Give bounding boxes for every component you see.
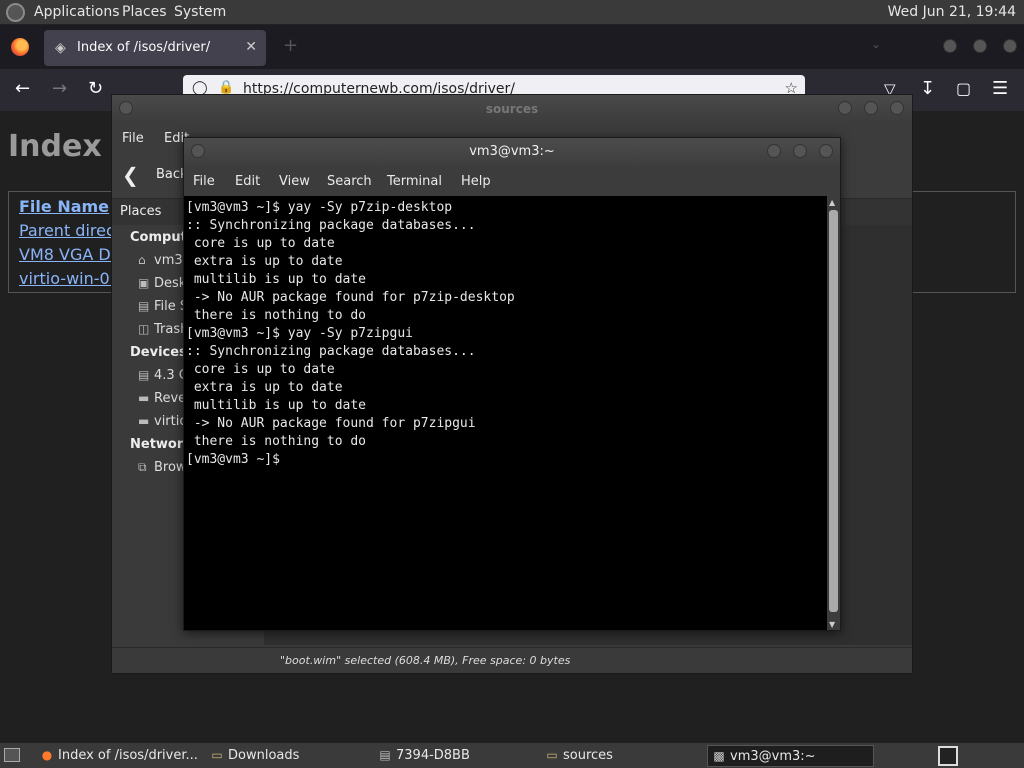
file-manager-titlebar[interactable]: sources [112,95,912,123]
terminal-menubar: File Edit View Search Terminal Help [184,166,840,196]
filesystem-icon: ▤ [138,299,150,313]
drive-icon: ▬ [138,414,150,428]
folder-icon: ▭ [211,748,223,762]
terminal-line: -> No AUR package found for p7zip-deskto… [186,290,515,305]
terminal-line: :: Synchronizing package databases... [186,218,476,233]
file-manager-title: sources [485,102,539,116]
terminal-line: core is up to date [186,236,335,251]
desktop-icon: ▣ [138,276,150,290]
scroll-down-icon[interactable]: ▼ [829,620,835,629]
terminal-line: there is nothing to do [186,434,367,449]
terminal-line: extra is up to date [186,254,343,269]
tab-favicon-icon: ◈ [55,40,66,56]
clock[interactable]: Wed Jun 21, 19:44 [888,4,1016,20]
tab-close-icon[interactable]: ✕ [245,39,257,55]
maximize-icon[interactable] [864,101,878,115]
minimize-icon[interactable] [943,39,957,53]
workspace-switcher[interactable] [938,746,958,766]
drive-icon: ▬ [138,391,150,405]
term-menu-view[interactable]: View [279,174,310,189]
maximize-icon[interactable] [793,144,807,158]
firefox-tab-bar: ◈ Index of /isos/driver/ ✕ + ⌄ [0,25,1024,69]
terminal-titlebar[interactable]: vm3@vm3:~ [184,138,840,166]
term-menu-edit[interactable]: Edit [235,174,260,189]
hamburger-menu-icon[interactable]: ☰ [992,78,1008,99]
show-desktop-icon[interactable] [4,748,20,762]
terminal-prompt-line[interactable]: [vm3@vm3 ~]$ [186,451,827,469]
term-menu-search[interactable]: Search [327,174,372,189]
places-dropdown[interactable]: Places [120,204,161,219]
drive-icon: ▤ [138,368,150,382]
minimize-icon[interactable] [767,144,781,158]
new-tab-icon[interactable]: + [283,35,298,56]
terminal-line: there is nothing to do [186,308,367,323]
minimize-icon[interactable] [838,101,852,115]
devices-section-header: Devices [130,345,187,360]
close-icon[interactable] [890,101,904,115]
back-arrow-icon[interactable]: ❮ [122,163,139,187]
term-menu-terminal[interactable]: Terminal [387,174,442,189]
firefox-icon: ● [41,748,53,762]
drive-icon: ▤ [379,748,391,762]
close-icon[interactable] [1003,39,1017,53]
terminal-line: extra is up to date [186,380,343,395]
terminal-title: vm3@vm3:~ [469,144,555,159]
reload-icon[interactable]: ↻ [88,78,103,99]
file-name-column-header[interactable]: File Name [19,197,109,216]
network-icon: ⧉ [138,460,147,474]
list-all-tabs-icon[interactable]: ⌄ [871,37,881,51]
close-icon[interactable] [819,144,833,158]
forward-arrow-icon[interactable]: → [52,78,67,99]
terminal-scrollbar[interactable]: ▲ ▼ [827,196,840,630]
term-menu-file[interactable]: File [193,174,215,189]
listing-link[interactable]: virtio-win-0.1 [19,269,125,288]
term-menu-help[interactable]: Help [461,174,491,189]
terminal-line: -> No AUR package found for p7zipgui [186,416,476,431]
taskbar-item-terminal[interactable]: ▩ vm3@vm3:~ [707,745,874,767]
lock-icon[interactable]: 🔒 [218,80,234,95]
home-folder-icon: ⌂ [138,253,146,267]
terminal-line: :: Synchronizing package databases... [186,344,476,359]
terminal-line: [vm3@vm3 ~]$ yay -Sy p7zip-desktop [186,200,453,215]
taskbar-item-downloads[interactable]: ▭ Downloads [206,745,366,767]
sidebar-item-home[interactable]: ⌂ vm3 [138,253,183,268]
status-text: "boot.wim" selected (608.4 MB), Free spa… [280,654,571,667]
browser-tab[interactable]: ◈ Index of /isos/driver/ ✕ [44,30,266,66]
bottom-taskbar: ● Index of /isos/driver... ▭ Downloads ▤ 73… [0,742,1024,768]
system-menu[interactable]: System [174,4,226,20]
places-menu[interactable]: Places [122,4,167,20]
distro-logo-icon[interactable] [6,3,25,22]
terminal-window: vm3@vm3:~ File Edit View Search Terminal… [183,137,841,631]
terminal-icon: ▩ [713,749,725,763]
applications-menu[interactable]: Applications [34,4,120,20]
taskbar-item-drive[interactable]: ▤ 7394-D8BB [374,745,534,767]
terminal-output[interactable]: [vm3@vm3 ~]$ yay -Sy p7zip-desktop :: Sy… [184,196,827,630]
back-arrow-icon[interactable]: ← [15,78,30,99]
terminal-line: multilib is up to date [186,272,367,287]
taskbar-item-sources[interactable]: ▭ sources [541,745,701,767]
trash-icon: ◫ [138,322,150,336]
scrollbar-thumb[interactable] [829,210,838,612]
status-bar: "boot.wim" selected (608.4 MB), Free spa… [112,647,912,673]
folder-icon: ▭ [546,748,558,762]
top-panel: Applications Places System Wed Jun 21, 1… [0,0,1024,25]
terminal-line: [vm3@vm3 ~]$ yay -Sy p7zipgui [186,326,413,341]
sidebar-item-device[interactable]: ▬ virtio [138,414,187,429]
terminal-line: multilib is up to date [186,398,367,413]
sidebar-item-trash[interactable]: ◫ Trash [138,322,188,337]
maximize-icon[interactable] [973,39,987,53]
extensions-icon[interactable]: ▢ [956,79,971,98]
scroll-up-icon[interactable]: ▲ [829,198,835,207]
firefox-logo-icon[interactable] [11,38,29,56]
fm-menu-file[interactable]: File [122,131,144,146]
tab-title: Index of /isos/driver/ [77,40,211,55]
downloads-icon[interactable]: ↧ [920,78,935,99]
terminal-line: core is up to date [186,362,335,377]
taskbar-item-firefox[interactable]: ● Index of /isos/driver... [36,745,206,767]
